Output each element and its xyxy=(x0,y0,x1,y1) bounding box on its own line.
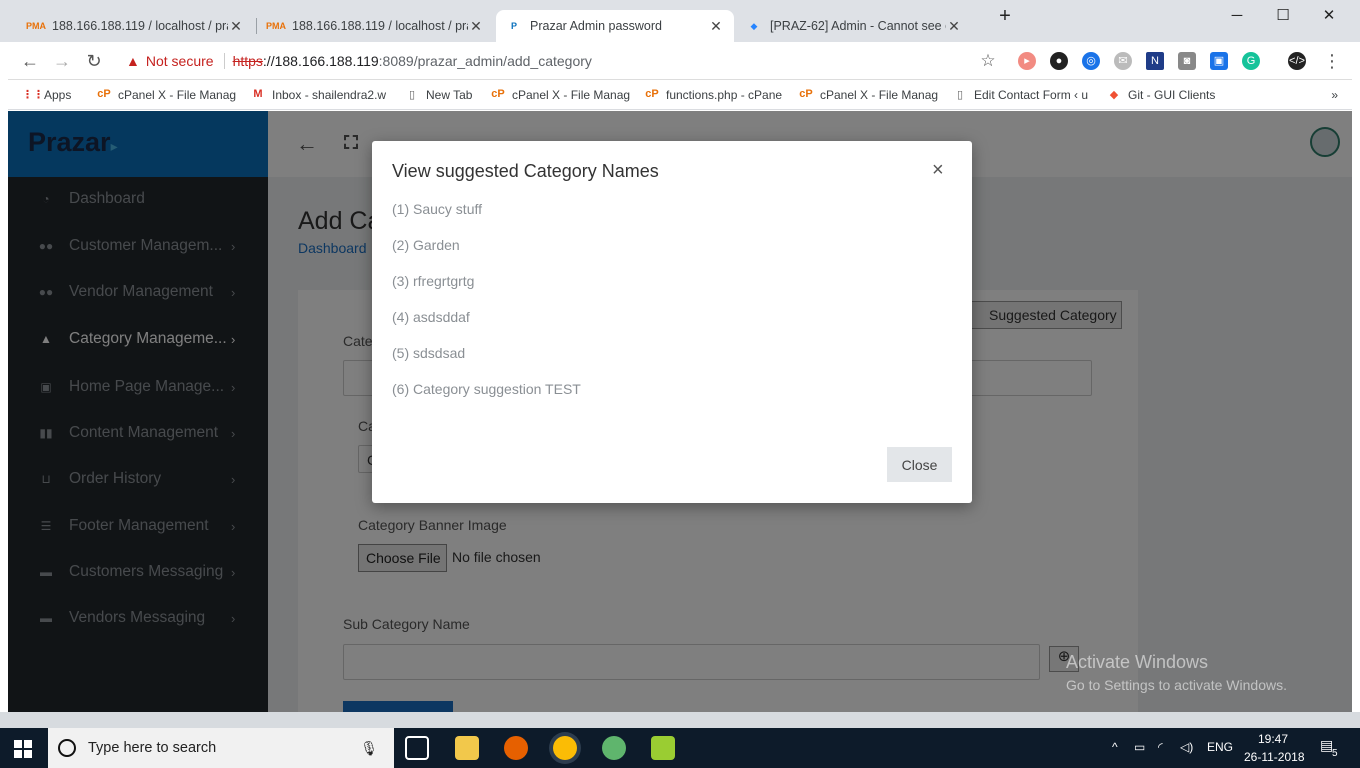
bookmark-apps[interactable]: ⋮⋮ Apps xyxy=(22,88,82,102)
suggestion-item: (5) sdsdsad xyxy=(392,345,466,361)
chrome-icon[interactable] xyxy=(553,736,577,760)
battery-icon[interactable]: ▭ xyxy=(1134,740,1145,754)
notepad-icon[interactable] xyxy=(651,736,675,760)
file-explorer-icon[interactable] xyxy=(455,736,479,760)
wifi-icon[interactable]: ◜ xyxy=(1158,740,1163,754)
suggested-categories-modal: View suggested Category Names × (1) Sauc… xyxy=(372,141,972,503)
status-strip xyxy=(0,712,1360,728)
volume-icon[interactable]: ◁) xyxy=(1180,740,1193,754)
git-icon: ◆ xyxy=(1109,88,1119,101)
grammarly-icon[interactable]: G xyxy=(1242,52,1260,70)
extension-compass-icon[interactable]: ◎ xyxy=(1082,52,1100,70)
cpanel-icon: cP xyxy=(799,87,813,100)
back-arrow-icon[interactable]: ← xyxy=(18,50,42,72)
url-host: ://188.166.188.119 xyxy=(262,53,379,69)
suggestion-item: (4) asdsddaf xyxy=(392,309,470,325)
close-tab-icon[interactable]: ✕ xyxy=(468,18,484,35)
bookmark-functions[interactable]: cP functions.php - cPane xyxy=(644,88,784,102)
clock-date[interactable]: 26-11-2018 xyxy=(1244,750,1305,764)
close-tab-icon[interactable]: ✕ xyxy=(946,18,962,35)
browser-tabstrip: PMA 188.166.188.119 / localhost / pra ✕ … xyxy=(0,0,1360,42)
close-tab-icon[interactable]: ✕ xyxy=(708,18,724,35)
address-divider xyxy=(223,53,225,69)
firefox-icon[interactable] xyxy=(504,736,528,760)
close-tab-icon[interactable]: ✕ xyxy=(228,18,244,35)
clock-time[interactable]: 19:47 xyxy=(1258,732,1288,746)
security-label: Not secure xyxy=(145,53,214,69)
bookmark-contact-form[interactable]: ▯ Edit Contact Form ‹ u xyxy=(952,88,1092,102)
address-bar[interactable]: ▲ Not secure https ://188.166.188.119 :8… xyxy=(116,47,1006,75)
extension-mail-icon[interactable]: ✉ xyxy=(1114,52,1132,70)
extension-window-icon[interactable]: ▣ xyxy=(1210,52,1228,70)
warning-triangle-icon: ▲ xyxy=(126,53,140,69)
suggestion-item: (6) Category suggestion TEST xyxy=(392,381,581,397)
bookmarks-bar: ⋮⋮ Apps cP cPanel X - File Manag M Inbox - … xyxy=(8,80,1352,110)
close-icon[interactable]: × xyxy=(932,159,944,182)
close-button[interactable]: Close xyxy=(887,447,952,482)
bookmarks-overflow[interactable]: » xyxy=(1331,88,1338,102)
bookmark-inbox[interactable]: M Inbox - shailendra2.w xyxy=(250,88,390,102)
watermark-subtitle: Go to Settings to activate Windows. xyxy=(1066,677,1287,693)
page-icon: ▯ xyxy=(956,88,964,101)
cpanel-icon: cP xyxy=(491,87,505,100)
suggestion-item: (2) Garden xyxy=(392,237,460,253)
suggestion-item: (3) rfregrtgrtg xyxy=(392,273,475,289)
maximize-button[interactable]: ☐ xyxy=(1260,4,1306,28)
url-path: :8089/prazar_admin/add_category xyxy=(378,53,592,69)
minimize-button[interactable]: ─ xyxy=(1214,4,1260,28)
chevron-up-icon[interactable]: ^ xyxy=(1112,740,1118,754)
page-icon: ▯ xyxy=(408,88,416,101)
task-view-icon[interactable] xyxy=(405,736,429,760)
phpmyadmin-icon: PMA xyxy=(26,21,46,31)
extension-camera-icon[interactable]: ◙ xyxy=(1178,52,1196,70)
bookmark-cpanel-1[interactable]: cP cPanel X - File Manag xyxy=(96,88,236,102)
url-scheme: https xyxy=(232,53,263,69)
extension-color-icon[interactable]: ● xyxy=(1050,52,1068,70)
reload-icon[interactable]: ↻ xyxy=(82,50,106,72)
gmail-icon: M xyxy=(253,87,263,100)
bookmark-new-tab[interactable]: ▯ New Tab xyxy=(404,88,476,102)
windows-start-icon[interactable] xyxy=(14,740,32,758)
extension-code-icon[interactable]: </> xyxy=(1288,52,1306,70)
phpmyadmin-icon: PMA xyxy=(266,21,286,31)
prazar-icon: P xyxy=(510,21,517,31)
bookmark-star-icon[interactable]: ☆ xyxy=(976,50,1000,72)
bookmark-git[interactable]: ◆ Git - GUI Clients xyxy=(1106,88,1226,102)
forward-arrow-icon[interactable]: → xyxy=(50,50,74,72)
browser-tab-prazar[interactable]: P Prazar Admin password ✕ xyxy=(496,10,734,42)
windows-taskbar: Type here to search 🎙 ^ ▭ ◜ ◁) ENG 19:47… xyxy=(0,728,1360,768)
app-icon[interactable] xyxy=(602,736,626,760)
cortana-icon xyxy=(58,739,76,757)
browser-tab-phpmyadmin-2[interactable]: PMA 188.166.188.119 / localhost / pra ✕ xyxy=(258,10,494,42)
browser-toolbar: ← → ↻ ▲ Not secure https ://188.166.188.… xyxy=(8,42,1352,80)
watermark-title: Activate Windows xyxy=(1066,652,1209,672)
microphone-icon[interactable]: 🎙 xyxy=(360,740,378,757)
activate-windows-watermark: Activate Windows Go to Settings to activ… xyxy=(1066,652,1287,693)
cpanel-icon: cP xyxy=(645,87,659,100)
extension-cast-icon[interactable]: ▸ xyxy=(1018,52,1036,70)
cpanel-icon: cP xyxy=(97,87,111,100)
modal-title: View suggested Category Names xyxy=(392,161,659,181)
notification-count: 5 xyxy=(1332,748,1338,759)
browser-tab-jira[interactable]: ◆ [PRAZ-62] Admin - Cannot see ca ✕ xyxy=(736,10,972,42)
close-window-button[interactable]: ✕ xyxy=(1306,4,1352,28)
extension-new-icon[interactable]: N xyxy=(1146,52,1164,70)
apps-grid-icon: ⋮⋮ xyxy=(22,88,44,101)
suggestion-item: (1) Saucy stuff xyxy=(392,201,483,217)
jira-icon: ◆ xyxy=(750,20,758,31)
bookmark-cpanel-2[interactable]: cP cPanel X - File Manag xyxy=(490,88,630,102)
new-tab-button[interactable]: + xyxy=(982,4,1028,28)
taskbar-search[interactable]: Type here to search 🎙 xyxy=(48,728,394,768)
tab-separator xyxy=(256,18,257,34)
browser-menu-icon[interactable]: ⋮ xyxy=(1320,50,1344,72)
browser-tab-phpmyadmin-1[interactable]: PMA 188.166.188.119 / localhost / pra ✕ xyxy=(18,10,254,42)
language-indicator[interactable]: ENG xyxy=(1207,740,1233,754)
bookmark-cpanel-3[interactable]: cP cPanel X - File Manag xyxy=(798,88,938,102)
